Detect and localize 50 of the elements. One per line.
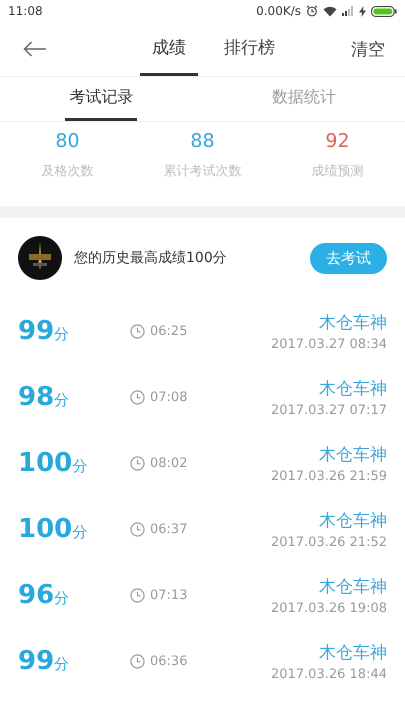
- network-speed: 0.00K/s: [256, 4, 301, 18]
- duration-text: 08:02: [150, 456, 188, 470]
- duration-text: 07:08: [150, 390, 188, 404]
- user-name: 木仓车神: [319, 576, 387, 598]
- user-name: 木仓车神: [319, 312, 387, 334]
- stat-value: 88: [190, 130, 215, 152]
- record-date: 2017.03.27 07:17: [270, 402, 387, 418]
- stat-label: 及格次数: [42, 163, 94, 180]
- battery-icon: [371, 6, 397, 16]
- record-date: 2017.03.26 21:59: [270, 468, 387, 484]
- score-text: 99分: [18, 646, 70, 676]
- stat-value: 80: [55, 130, 80, 152]
- clock-icon: [130, 522, 145, 536]
- stat-label: 累计考试次数: [164, 163, 242, 180]
- user-name: 木仓车神: [319, 378, 387, 400]
- record-date: 2017.03.27 08:34: [270, 336, 387, 352]
- record-date: 2017.03.26 19:08: [270, 600, 387, 616]
- user-name: 木仓车神: [319, 510, 387, 532]
- user-name: 木仓车神: [319, 642, 387, 664]
- alarm-icon: [306, 5, 318, 17]
- sub-tab[interactable]: 考试记录: [65, 77, 138, 121]
- duration-text: 06:25: [150, 324, 188, 338]
- signal-icon: [342, 6, 354, 16]
- status-time: 11:08: [8, 4, 43, 18]
- clock-icon: [130, 588, 145, 602]
- score-text: 100分: [18, 514, 88, 544]
- user-name: 木仓车神: [319, 444, 387, 466]
- score-text: 100分: [18, 448, 88, 478]
- score-text: 99分: [18, 316, 70, 346]
- score-text: 98分: [18, 382, 70, 412]
- avatar-icon: [18, 236, 62, 280]
- header-tab[interactable]: 排行榜: [212, 22, 287, 76]
- clock-icon: [130, 654, 145, 668]
- clock-icon: [130, 390, 145, 404]
- duration-text: 06:37: [150, 522, 188, 536]
- clear-button[interactable]: 清空: [331, 29, 405, 69]
- header-tab[interactable]: 成绩: [140, 22, 198, 76]
- record-date: 2017.03.26 21:52: [270, 534, 387, 550]
- score-text: 96分: [18, 580, 70, 610]
- clock-icon: [130, 456, 145, 470]
- back-arrow-icon: [23, 41, 47, 57]
- duration-text: 07:13: [150, 588, 188, 602]
- clock-icon: [130, 324, 145, 338]
- wifi-icon: [323, 6, 337, 16]
- record-date: 2017.03.26 18:44: [270, 666, 387, 682]
- charging-icon: [359, 6, 366, 16]
- stat-label: 成绩预测: [312, 163, 364, 180]
- duration-text: 06:36: [150, 654, 188, 668]
- best-score-text: 您的历史最高成绩100分: [74, 249, 228, 267]
- stat-value: 92: [325, 130, 350, 152]
